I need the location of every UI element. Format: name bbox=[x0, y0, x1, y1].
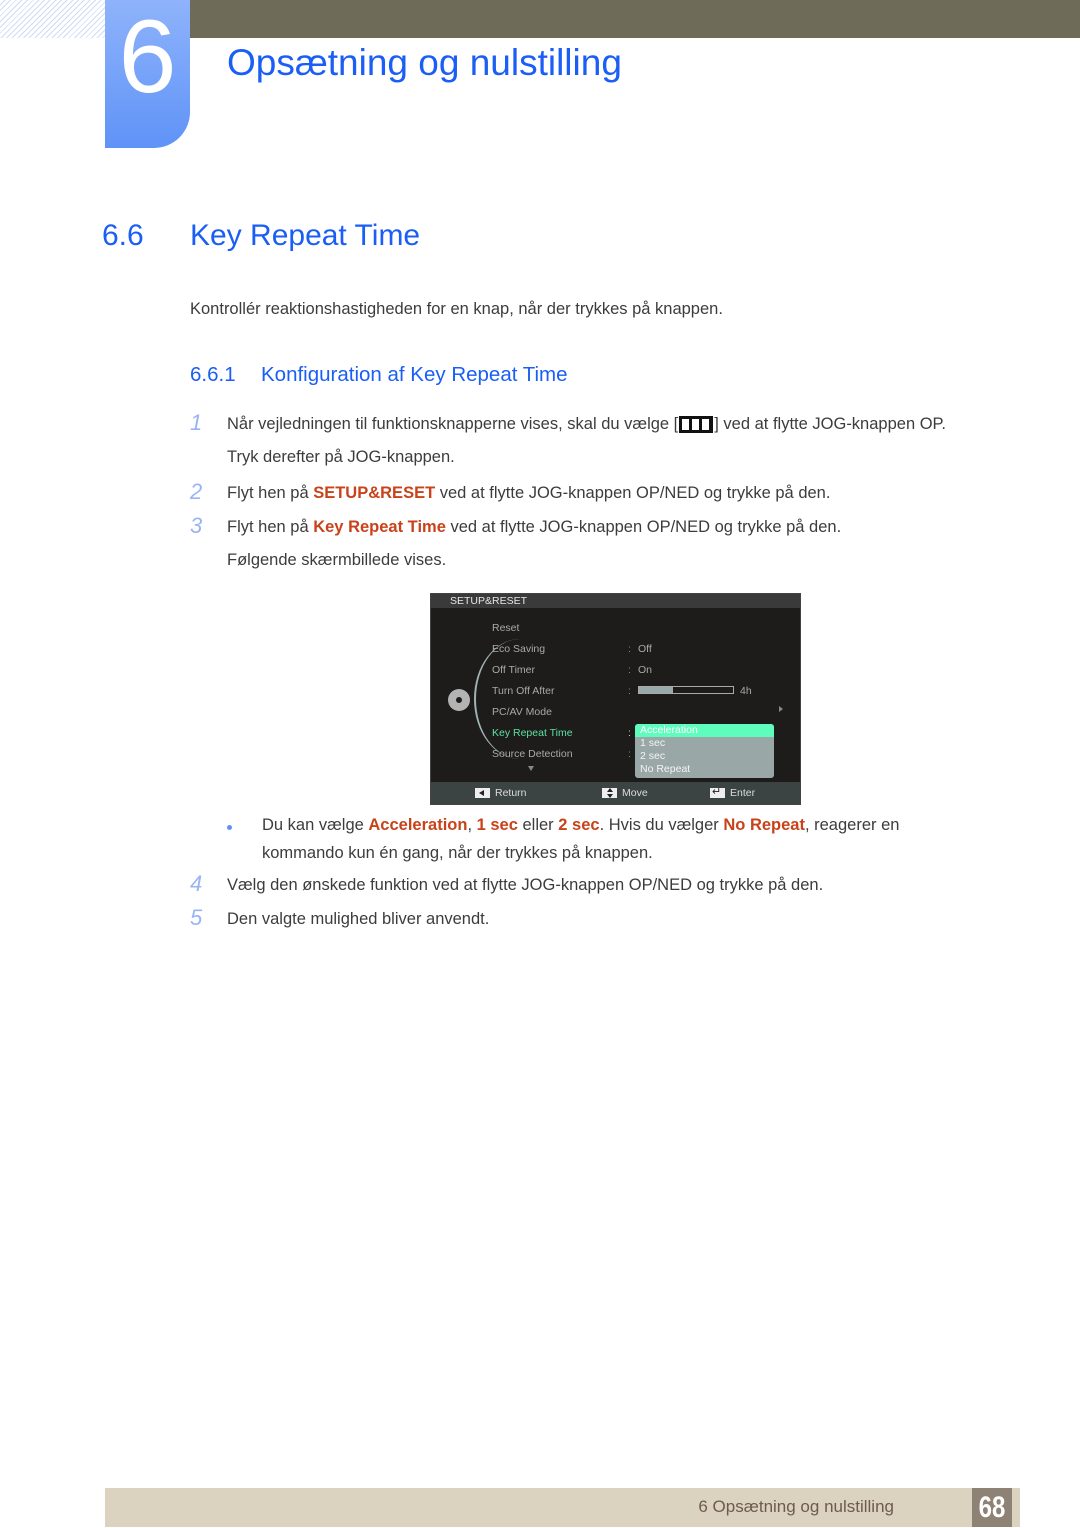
section-title: 6.6 Key Repeat Time bbox=[102, 217, 420, 255]
section-number: 6.6 bbox=[102, 219, 144, 252]
subsection-number: 6.6.1 bbox=[190, 363, 236, 386]
step-3: 3 Flyt hen på Key Repeat Time ved at fly… bbox=[190, 511, 1010, 577]
enter-icon bbox=[710, 785, 725, 799]
move-label: Move bbox=[622, 787, 648, 799]
osd-item-turn-off-after[interactable]: Turn Off After bbox=[492, 684, 554, 698]
page-number: 68 bbox=[972, 1488, 1012, 1527]
osd-colon: : bbox=[628, 727, 631, 739]
step-text: Flyt hen på Key Repeat Time ved at flytt… bbox=[227, 511, 1010, 577]
osd-item-pc-av-mode[interactable]: PC/AV Mode bbox=[492, 705, 552, 719]
chevron-right-icon bbox=[779, 706, 783, 712]
step-text-line2: Tryk derefter på JOG-knappen. bbox=[227, 448, 455, 466]
step-2: 2 Flyt hen på SETUP&RESET ved at flytte … bbox=[190, 477, 1010, 510]
step-text-part: ved at flytte JOG-knappen OP/NED og tryk… bbox=[435, 484, 831, 502]
osd-menu-screenshot: SETUP&RESET Reset Eco Saving : Off Off T… bbox=[430, 593, 801, 805]
step-number: 3 bbox=[190, 513, 203, 538]
step-text-part: Flyt hen på bbox=[227, 484, 314, 502]
chapter-number: 6 bbox=[118, 0, 177, 115]
key-repeat-time-dropdown[interactable]: Acceleration 1 sec 2 sec No Repeat bbox=[635, 724, 774, 778]
bullet-icon bbox=[227, 825, 232, 830]
chevron-down-icon bbox=[528, 766, 534, 771]
osd-colon: : bbox=[628, 685, 631, 697]
menu-icon bbox=[679, 416, 714, 433]
step-text-part: ved at flytte JOG-knappen OP/NED og tryk… bbox=[445, 518, 842, 536]
section-intro: Kontrollér reaktionshastigheden for en k… bbox=[190, 300, 723, 318]
menu-highlight: SETUP&RESET bbox=[313, 484, 436, 502]
note-part: , bbox=[467, 816, 477, 834]
note-text: Du kan vælge Acceleration, 1 sec eller 2… bbox=[262, 811, 982, 867]
header-hatch-pattern bbox=[0, 0, 105, 38]
osd-item-key-repeat-time[interactable]: Key Repeat Time bbox=[492, 726, 573, 740]
osd-item-off-timer[interactable]: Off Timer bbox=[492, 663, 535, 677]
note-part: . Hvis du vælger bbox=[599, 816, 724, 834]
osd-footer: Return Move Enter bbox=[431, 782, 800, 804]
osd-value-eco-saving: Off bbox=[638, 643, 652, 655]
step-text-part: ] ved at flytte JOG-knappen OP. bbox=[714, 415, 946, 433]
return-label: Return bbox=[495, 787, 527, 799]
step-number: 1 bbox=[190, 410, 203, 435]
option-2-sec[interactable]: 2 sec bbox=[635, 750, 774, 763]
step-text-part: Når vejledningen til funktionsknapperne … bbox=[227, 415, 679, 433]
step-5: 5 Den valgte mulighed bliver anvendt. bbox=[190, 903, 1010, 936]
osd-item-reset[interactable]: Reset bbox=[492, 621, 519, 635]
enter-label: Enter bbox=[730, 787, 756, 799]
note-highlight: 1 sec bbox=[476, 816, 518, 834]
menu-highlight: Key Repeat Time bbox=[313, 518, 446, 536]
note-part: Du kan vælge bbox=[262, 816, 369, 834]
chapter-tab: 6 bbox=[105, 0, 190, 148]
step-text: Den valgte mulighed bliver anvendt. bbox=[227, 910, 490, 928]
osd-colon: : bbox=[628, 748, 631, 760]
osd-item-source-detection[interactable]: Source Detection bbox=[492, 747, 573, 761]
subsection-title-text: Konfiguration af Key Repeat Time bbox=[261, 363, 568, 386]
section-title-text: Key Repeat Time bbox=[190, 219, 421, 252]
footer-chapter-label: 6 Opsætning og nulstilling bbox=[698, 1497, 894, 1516]
step-text: Flyt hen på SETUP&RESET ved at flytte JO… bbox=[227, 477, 1010, 510]
step-number: 5 bbox=[190, 905, 203, 930]
step-4: 4 Vælg den ønskede funktion ved at flytt… bbox=[190, 869, 1010, 902]
note-highlight: 2 sec bbox=[558, 816, 600, 834]
return-button[interactable]: Return bbox=[475, 782, 527, 804]
chapter-title: Opsætning og nulstilling bbox=[227, 42, 622, 83]
header-bar bbox=[190, 0, 1080, 38]
osd-colon: : bbox=[628, 643, 631, 655]
option-acceleration[interactable]: Acceleration bbox=[635, 724, 774, 737]
option-no-repeat[interactable]: No Repeat bbox=[635, 763, 774, 776]
osd-item-eco-saving[interactable]: Eco Saving bbox=[492, 642, 545, 656]
subsection-title: 6.6.1 Konfiguration af Key Repeat Time bbox=[190, 361, 568, 389]
left-arrow-icon bbox=[475, 788, 490, 798]
step-text-part: Flyt hen på bbox=[227, 518, 314, 536]
page-footer: 6 Opsætning og nulstilling 68 bbox=[105, 1488, 1020, 1527]
osd-arc-decoration bbox=[474, 639, 566, 759]
step-text: Vælg den ønskede funktion ved at flytte … bbox=[227, 876, 824, 894]
osd-value-off-timer: On bbox=[638, 664, 653, 676]
osd-title: SETUP&RESET bbox=[431, 594, 800, 608]
up-down-arrow-icon bbox=[602, 788, 617, 798]
step-number: 4 bbox=[190, 871, 203, 896]
step-text-line2: Følgende skærmbillede vises. bbox=[227, 551, 447, 569]
enter-button[interactable]: Enter bbox=[710, 782, 755, 804]
step-number: 2 bbox=[190, 479, 203, 504]
step-1: 1 Når vejledningen til funktionsknappern… bbox=[190, 408, 1010, 474]
move-button[interactable]: Move bbox=[602, 782, 648, 804]
slider-fill bbox=[639, 687, 673, 693]
osd-colon: : bbox=[628, 664, 631, 676]
turn-off-after-slider[interactable] bbox=[638, 686, 734, 694]
gear-icon bbox=[448, 689, 470, 711]
option-1-sec[interactable]: 1 sec bbox=[635, 737, 774, 750]
note-part: eller bbox=[517, 816, 559, 834]
osd-value-turn-off-after: 4h bbox=[740, 685, 752, 697]
note-highlight: Acceleration bbox=[368, 816, 468, 834]
note-highlight: No Repeat bbox=[723, 816, 805, 834]
step-text: Når vejledningen til funktionsknapperne … bbox=[227, 408, 1010, 474]
